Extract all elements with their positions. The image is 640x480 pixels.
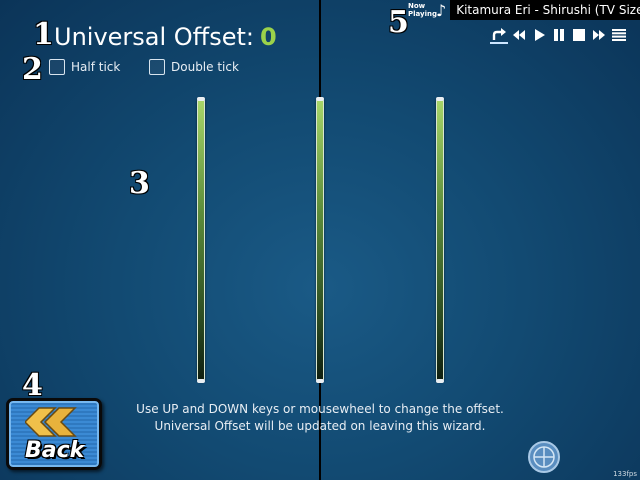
tick-bar-left <box>197 97 205 383</box>
back-button-label: Back <box>25 438 85 463</box>
playlist-icon[interactable] <box>610 26 628 44</box>
page-title: Universal Offset: 0 <box>54 22 277 52</box>
double-tick-option[interactable]: Double tick <box>149 59 239 75</box>
half-tick-checkbox[interactable] <box>49 59 65 75</box>
globe-icon[interactable] <box>527 440 561 474</box>
instructions-line-1: Use UP and DOWN keys or mousewheel to ch… <box>136 402 504 416</box>
marker-5: 5 <box>388 5 409 40</box>
back-button[interactable]: Back <box>6 398 102 470</box>
stop-icon[interactable] <box>570 26 588 44</box>
repeat-icon[interactable] <box>490 26 508 44</box>
marker-3: 3 <box>129 166 150 201</box>
previous-icon[interactable] <box>510 26 528 44</box>
music-note-icon: ♪ <box>436 0 447 20</box>
now-playing-track[interactable]: Kitamura Eri - Shirushi (TV Size) <box>450 0 640 20</box>
pause-icon[interactable] <box>550 26 568 44</box>
double-tick-checkbox[interactable] <box>149 59 165 75</box>
now-playing: Now Playing ♪ Kitamura Eri - Shirushi (T… <box>408 0 640 20</box>
double-chevron-left-icon <box>23 407 87 441</box>
instructions-line-2: Universal Offset will be updated on leav… <box>154 419 486 433</box>
double-tick-label[interactable]: Double tick <box>171 60 239 74</box>
next-icon[interactable] <box>590 26 608 44</box>
offset-value: 0 <box>259 23 277 51</box>
half-tick-label[interactable]: Half tick <box>71 60 120 74</box>
marker-2: 2 <box>22 52 43 87</box>
tick-bar-right <box>436 97 444 383</box>
instructions: Use UP and DOWN keys or mousewheel to ch… <box>120 401 520 435</box>
title-label: Universal Offset: <box>54 23 254 51</box>
now-playing-label: Now Playing <box>408 2 437 18</box>
play-icon[interactable] <box>530 26 548 44</box>
fps-counter: 133fps <box>613 470 637 478</box>
tick-bar-center <box>316 97 324 383</box>
marker-4: 4 <box>22 368 43 403</box>
media-controls <box>490 26 628 44</box>
half-tick-option[interactable]: Half tick <box>49 59 120 75</box>
marker-1: 1 <box>33 17 54 52</box>
